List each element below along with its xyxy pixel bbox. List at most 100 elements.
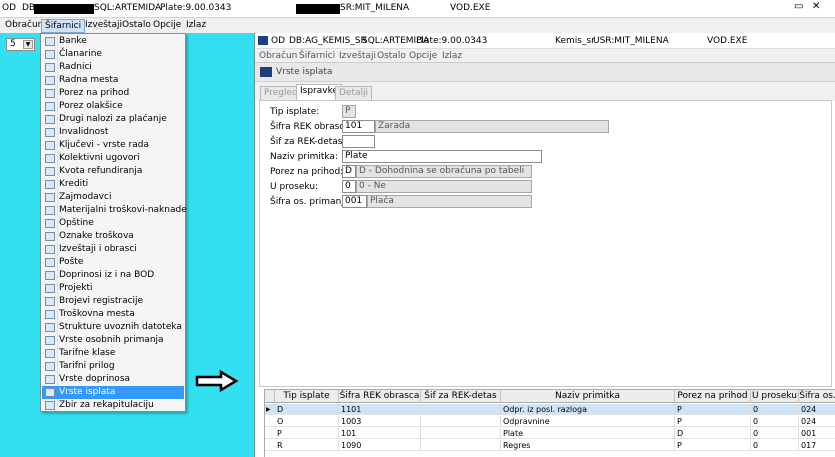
menu-item-vrste-osobnih-primanja[interactable]: Vrste osobnih primanja (42, 334, 184, 347)
menu-item-label: Članarine (59, 49, 102, 59)
menu-item-radna-mesta[interactable]: Radna mesta (42, 74, 184, 87)
outer-title-exe: VOD.EXE (450, 3, 491, 13)
table-cell: 101 (339, 428, 421, 439)
menu-item-porez-na-prihod[interactable]: Porez na prihod (42, 87, 184, 100)
field-porez-desc: D - Dohodnina se obračuna po tabeli (356, 165, 532, 178)
menu-item-oznake-troskova[interactable]: Oznake troškova (42, 230, 184, 243)
field-sif-rek-detas[interactable] (342, 135, 375, 148)
field-naziv-primitka[interactable]: Plate (342, 150, 542, 163)
menu-item-label: Opštine (59, 218, 94, 228)
menu-item-label: Kvota refundiranja (59, 166, 143, 176)
menu-item-icon (45, 63, 55, 72)
field-porez-code[interactable]: D (342, 165, 356, 178)
inner-title-db: DB:AG_KEMIS_SR (289, 36, 367, 46)
menu-item-icon (45, 37, 55, 46)
menu-ostalo[interactable]: Ostalo (119, 19, 154, 31)
field-sifra-rek-code[interactable]: 101 (342, 120, 375, 133)
menu-opcije[interactable]: Opcije (150, 19, 184, 31)
menu-item-kvota-refundiranja[interactable]: Kvota refundiranja (42, 165, 184, 178)
label-sif-rek-detas: Šif za REK-detas: (270, 137, 346, 147)
menu-item-invalidnost[interactable]: Invalidnost (42, 126, 184, 139)
menu-item-opstine[interactable]: Opštine (42, 217, 184, 230)
menu-item-label: Brojevi registracije (59, 296, 144, 306)
field-u-proseku-desc: 0 - Ne (356, 180, 532, 193)
menu-item-doprinosi-iz-i-na-bod[interactable]: Doprinosi iz i na BOD (42, 269, 184, 282)
table-cell (421, 416, 501, 427)
label-u-proseku: U proseku: (270, 182, 319, 192)
inner-menu-sifarnici[interactable]: Šifarnici (299, 51, 335, 61)
field-tip-isplate[interactable]: P (342, 105, 356, 118)
row-pointer-icon: ▶ (266, 406, 271, 413)
data-grid: Tip isplate Šifra REK obrasca Šif za REK… (264, 389, 835, 457)
edit-form-panel: Tip isplate: P Šifra REK obrasca: 101 Za… (259, 100, 832, 387)
column-header[interactable]: Naziv primitka (501, 390, 675, 403)
minimize-button[interactable]: ▭ (794, 1, 803, 12)
menu-item-vrste-isplata[interactable]: Vrste isplata (42, 386, 184, 399)
menu-sifarnici[interactable]: Šifarnici (41, 19, 86, 33)
menu-item-troskovna-mesta[interactable]: Troškovna mesta (42, 308, 184, 321)
menu-item-icon (45, 336, 55, 345)
menu-item-icon (45, 128, 55, 137)
inner-menu-opcije[interactable]: Opcije (409, 51, 437, 61)
table-cell: D (275, 404, 339, 415)
menu-item-zajmodavci[interactable]: Zajmodavci (42, 191, 184, 204)
column-header[interactable]: Tip isplate (275, 390, 339, 403)
inner-app-window: OD DB:AG_KEMIS_SR SQL:ARTEMIDA Plate:9.0… (254, 33, 835, 457)
inner-menu-ostalo[interactable]: Ostalo (377, 51, 406, 61)
table-row[interactable]: ▶ D 1101 Odpr. iz posl. razloga P 0 024 (265, 404, 835, 415)
menu-item-kljucevi-vrste-rada[interactable]: Ključevi - vrste rada (42, 139, 184, 152)
inner-menu-bar: Obračun Šifarnici Izveštaji Ostalo Opcij… (255, 49, 835, 63)
grid-header: Tip isplate Šifra REK obrasca Šif za REK… (265, 390, 835, 403)
menu-item-label: Pošte (59, 257, 84, 267)
column-header[interactable]: Šifra os. (799, 390, 835, 403)
menu-item-strukture-uvoznih-datoteka[interactable]: Strukture uvoznih datoteka (42, 321, 184, 334)
menu-item-materijalni-troskovi-naknade[interactable]: Materijalni troškovi-naknade (42, 204, 187, 217)
menu-item-poste[interactable]: Pošte (42, 256, 184, 269)
menu-item-radnici[interactable]: Radnici (42, 61, 184, 74)
menu-izlaz[interactable]: Izlaz (183, 19, 209, 31)
menu-item-label: Tarifni prilog (59, 361, 115, 371)
menu-item-label: Zbir za rekapitulaciju (59, 400, 154, 410)
menu-item-porez-olaksice[interactable]: Porez olakšice (42, 100, 184, 113)
menu-item-icon (45, 193, 55, 202)
field-sifra-os-code[interactable]: 001 (342, 195, 367, 208)
menu-obracun[interactable]: Obračun (2, 19, 46, 31)
menu-item-krediti[interactable]: Krediti (42, 178, 184, 191)
menu-item-drugi-nalozi-za-placanje[interactable]: Drugi nalozi za plaćanje (42, 113, 184, 126)
inner-menu-izlaz[interactable]: Izlaz (442, 51, 462, 61)
field-u-proseku-code[interactable]: 0 (342, 180, 356, 193)
menu-item-vrste-doprinosa[interactable]: Vrste doprinosa (42, 373, 184, 386)
column-header[interactable]: Porez na prihod (675, 390, 751, 403)
tab-detalji[interactable]: Detalji (335, 86, 373, 100)
menu-item-icon (45, 141, 55, 150)
table-row[interactable]: P 101 Plate D 0 001 (265, 428, 835, 439)
outer-menu-bar: Obračun Šifarnici Izveštaji Ostalo Opcij… (0, 18, 835, 33)
chevron-down-icon[interactable]: ▼ (23, 40, 33, 49)
field-sifra-os-desc: Plača (367, 195, 532, 208)
inner-menu-obracun[interactable]: Obračun (259, 51, 297, 61)
menu-item-izvestaji-i-obrasci[interactable]: Izveštaji i obrasci (42, 243, 184, 256)
menu-item-label: Vrste osobnih primanja (59, 335, 164, 345)
menu-item-icon (45, 115, 55, 124)
menu-item-clanarine[interactable]: Članarine (42, 48, 184, 61)
menu-item-projekti[interactable]: Projekti (42, 282, 184, 295)
table-row[interactable]: O 1003 Odpravnine P 0 024 (265, 416, 835, 427)
number-select[interactable]: 5 ▼ (6, 38, 35, 51)
menu-item-banke[interactable]: Banke (42, 35, 184, 48)
menu-item-tarifne-klase[interactable]: Tarifne klase (42, 347, 184, 360)
column-header[interactable]: U proseku (751, 390, 799, 403)
redaction-bar (34, 4, 94, 14)
table-cell: 0 (751, 404, 799, 415)
menu-item-zbir-za-rekapitulaciju[interactable]: Zbir za rekapitulaciju (42, 399, 184, 412)
inner-menu-izvestaji[interactable]: Izveštaji (339, 51, 376, 61)
table-row[interactable]: R 1090 Regres P 0 017 (265, 440, 835, 451)
menu-item-brojevi-registracije[interactable]: Brojevi registracije (42, 295, 184, 308)
menu-item-kolektivni-ugovori[interactable]: Kolektivni ugovori (42, 152, 184, 165)
table-cell: 017 (799, 440, 835, 451)
column-header[interactable]: Šifra REK obrasca (339, 390, 421, 403)
menu-item-icon (45, 206, 55, 215)
close-button[interactable]: ✕ (812, 1, 820, 12)
inner-title-od: OD (271, 36, 286, 46)
column-header[interactable]: Šif za REK-detas (421, 390, 501, 403)
menu-item-tarifni-prilog[interactable]: Tarifni prilog (42, 360, 184, 373)
